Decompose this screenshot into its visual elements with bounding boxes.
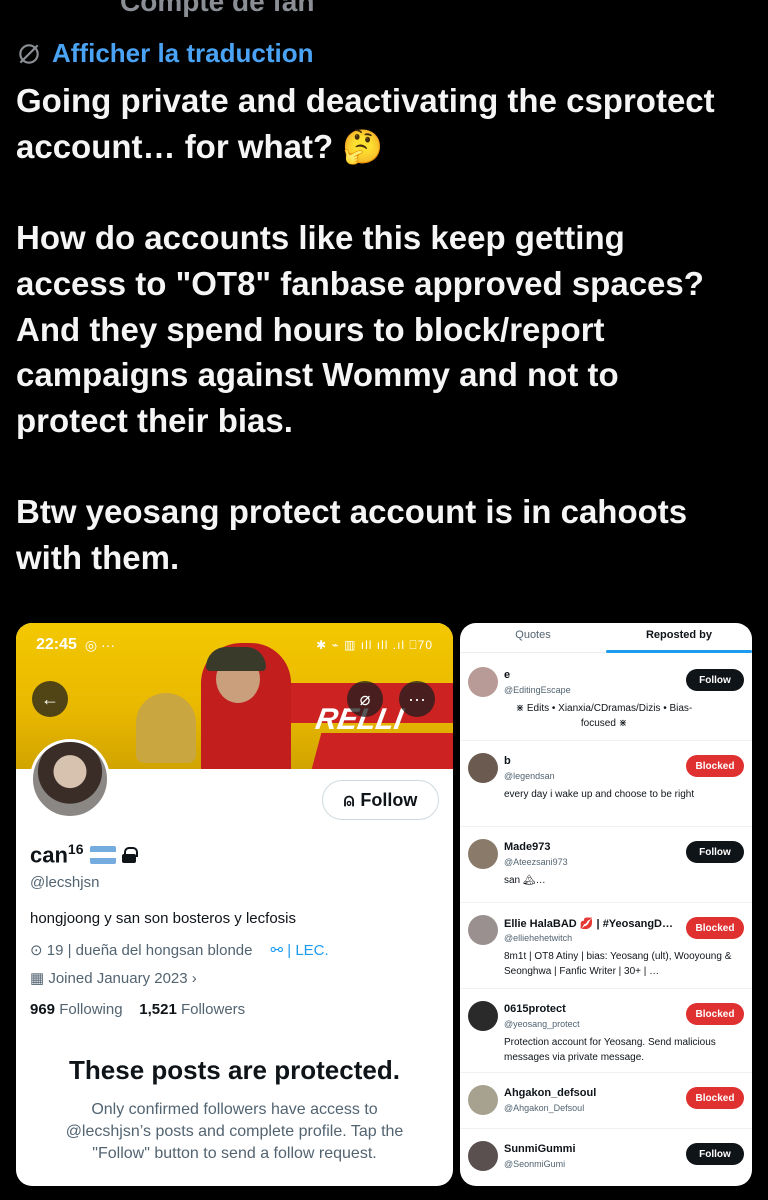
list-item[interactable]: e @EditingEscape ⋇ Edits • Xianxia/CDram… xyxy=(460,655,752,741)
list-item[interactable]: Ahgakon_defsoul @Ahgakon_Defsoul Blocked xyxy=(460,1073,752,1129)
avatar[interactable] xyxy=(468,915,498,945)
blocked-button[interactable]: Blocked xyxy=(686,1087,744,1109)
follow-button[interactable]: Follow xyxy=(686,841,744,863)
user-bio: 8m1t | OT8 Atiny | bias: Yeosang (ult), … xyxy=(504,951,732,977)
user-name: SunmiGummi xyxy=(504,1143,576,1155)
add-user-icon: ⍝ xyxy=(343,789,355,810)
list-item[interactable]: Made973 @Ateezsani973 san 🏔… Follow xyxy=(460,827,752,903)
status-time: 22:45 xyxy=(36,636,77,653)
list-item[interactable]: Ellie HalaBAD 💋 | #YeosangD… @elliehehet… xyxy=(460,903,752,989)
user-handle: @SeonmiGumi xyxy=(504,1159,566,1169)
tab-quotes[interactable]: Quotes xyxy=(460,623,606,652)
name-sup: 16 xyxy=(67,841,84,857)
avatar[interactable] xyxy=(30,739,110,819)
translate-icon xyxy=(19,43,39,64)
user-name: 0615protect xyxy=(504,1003,566,1015)
avatar[interactable] xyxy=(468,753,498,783)
post-line: protect their bias. xyxy=(16,401,293,439)
argentina-flag-icon xyxy=(89,845,116,864)
user-bio: Protection account for Yeosang. Send mal… xyxy=(504,1037,716,1063)
profile-bio: hongjoong y san son bosteros y lecfosis xyxy=(30,910,296,927)
avatar[interactable] xyxy=(468,667,498,697)
chevron-right-icon: › xyxy=(187,970,197,987)
post-line: Btw yeosang protect account is in cahoot… xyxy=(16,493,688,531)
post-line: account… for what? 🤔 xyxy=(16,127,384,165)
blocked-button[interactable]: Blocked xyxy=(686,1003,744,1025)
status-icons: ✱ ⌁ ▥ ıll ıll .ıl ⎕70 xyxy=(316,637,433,652)
reposts-screenshot-card[interactable]: Quotes Reposted by e @EditingEscape ⋇ Ed… xyxy=(460,623,752,1186)
blocked-button[interactable]: Blocked xyxy=(686,755,744,777)
avatar[interactable] xyxy=(468,839,498,869)
user-name: Ellie HalaBAD 💋 | #YeosangD… xyxy=(504,918,673,930)
protected-title: These posts are protected. xyxy=(69,1055,400,1085)
user-name: b xyxy=(504,755,511,767)
profile-meta: ⊙ 19 | dueña del hongsan blonde ⚯ | LEC. xyxy=(30,941,329,959)
user-name: Made973 xyxy=(504,841,551,853)
post-text: Going private and deactivating the cspro… xyxy=(16,78,756,581)
back-button[interactable]: ← xyxy=(32,681,68,717)
translate-label[interactable]: Afficher la traduction xyxy=(52,38,313,69)
follow-stats: 969 Following 1,521 Followers xyxy=(30,1001,245,1018)
location-text: 19 | dueña del hongsan blonde xyxy=(46,942,253,959)
user-handle: @EditingEscape xyxy=(504,685,571,695)
list-item[interactable]: b @legendsan every day i wake up and cho… xyxy=(460,741,752,827)
profile-name: can16 xyxy=(30,841,138,868)
blocked-button[interactable]: Blocked xyxy=(686,917,744,939)
joined-date[interactable]: ▦ Joined January 2023 › xyxy=(30,969,197,987)
user-bio: san 🏔… xyxy=(504,875,546,886)
reposts-tabs: Quotes Reposted by xyxy=(460,623,752,653)
joined-text: Joined January 2023 xyxy=(48,970,188,987)
list-item[interactable]: 0615protect @yeosang_protect Protection … xyxy=(460,989,752,1073)
user-bio: every day i wake up and choose to be rig… xyxy=(504,789,695,800)
calendar-icon: ▦ xyxy=(30,970,49,987)
post-line: Going private and deactivating the cspro… xyxy=(16,82,715,119)
status-dots-icon: ◎ ··· xyxy=(84,636,116,653)
tab-reposted-by[interactable]: Reposted by xyxy=(606,623,752,653)
user-handle: @Ahgakon_Defsoul xyxy=(504,1103,585,1113)
post-line: And they spend hours to block/report xyxy=(16,310,605,348)
user-name: e xyxy=(504,669,511,681)
profile-link[interactable]: | LEC. xyxy=(287,942,328,959)
post-line: campaigns against Wommy and not to xyxy=(16,356,619,394)
link-icon: ⚯ xyxy=(270,942,288,959)
lock-icon xyxy=(121,846,138,863)
user-handle: @yeosang_protect xyxy=(504,1019,580,1029)
user-bio: ⋇ Edits • Xianxia/CDramas/Dizis • Bias-f… xyxy=(515,703,693,729)
post-line: access to "OT8" fanbase approved spaces? xyxy=(16,264,704,302)
following-link[interactable]: 969 Following xyxy=(30,1001,123,1018)
truncated-account-label: Compte de fan xyxy=(120,0,315,17)
avatar[interactable] xyxy=(468,1085,498,1115)
user-handle: @Ateezsani973 xyxy=(504,857,568,867)
user-handle: @elliehehetwitch xyxy=(504,933,573,943)
name-text: can xyxy=(30,842,68,868)
follow-button[interactable]: ⍝ Follow xyxy=(322,780,439,820)
profile-screenshot-card[interactable]: RELLI 22:45 ◎ ··· ✱ ⌁ ▥ ıll ıll .ıl ⎕70 … xyxy=(16,623,453,1186)
post-line: with them. xyxy=(16,539,180,576)
translate-link[interactable]: Afficher la traduction xyxy=(16,38,313,69)
avatar[interactable] xyxy=(468,1141,498,1171)
more-options-button[interactable]: ··· xyxy=(399,681,435,717)
profile-handle: @lecshjsn xyxy=(30,874,100,891)
location-icon: ⊙ xyxy=(30,942,47,959)
phone-status-bar: 22:45 ◎ ··· ✱ ⌁ ▥ ıll ıll .ıl ⎕70 xyxy=(16,623,453,667)
avatar[interactable] xyxy=(468,1001,498,1031)
follow-button[interactable]: Follow xyxy=(686,1143,744,1165)
trophy-image xyxy=(136,693,196,763)
follow-button[interactable]: Follow xyxy=(686,669,744,691)
user-handle: @legendsan xyxy=(504,771,555,781)
post-line: How do accounts like this keep getting xyxy=(16,219,625,257)
followers-link[interactable]: 1,521 Followers xyxy=(139,1001,245,1018)
user-name: Ahgakon_defsoul xyxy=(504,1087,597,1099)
protected-body: Only confirmed followers have access to … xyxy=(65,1101,404,1162)
follow-label: Follow xyxy=(360,789,418,810)
list-item[interactable]: SunmiGummi @SeonmiGumi Follow xyxy=(460,1129,752,1186)
translate-toggle-icon[interactable]: ⌀ xyxy=(347,681,383,717)
